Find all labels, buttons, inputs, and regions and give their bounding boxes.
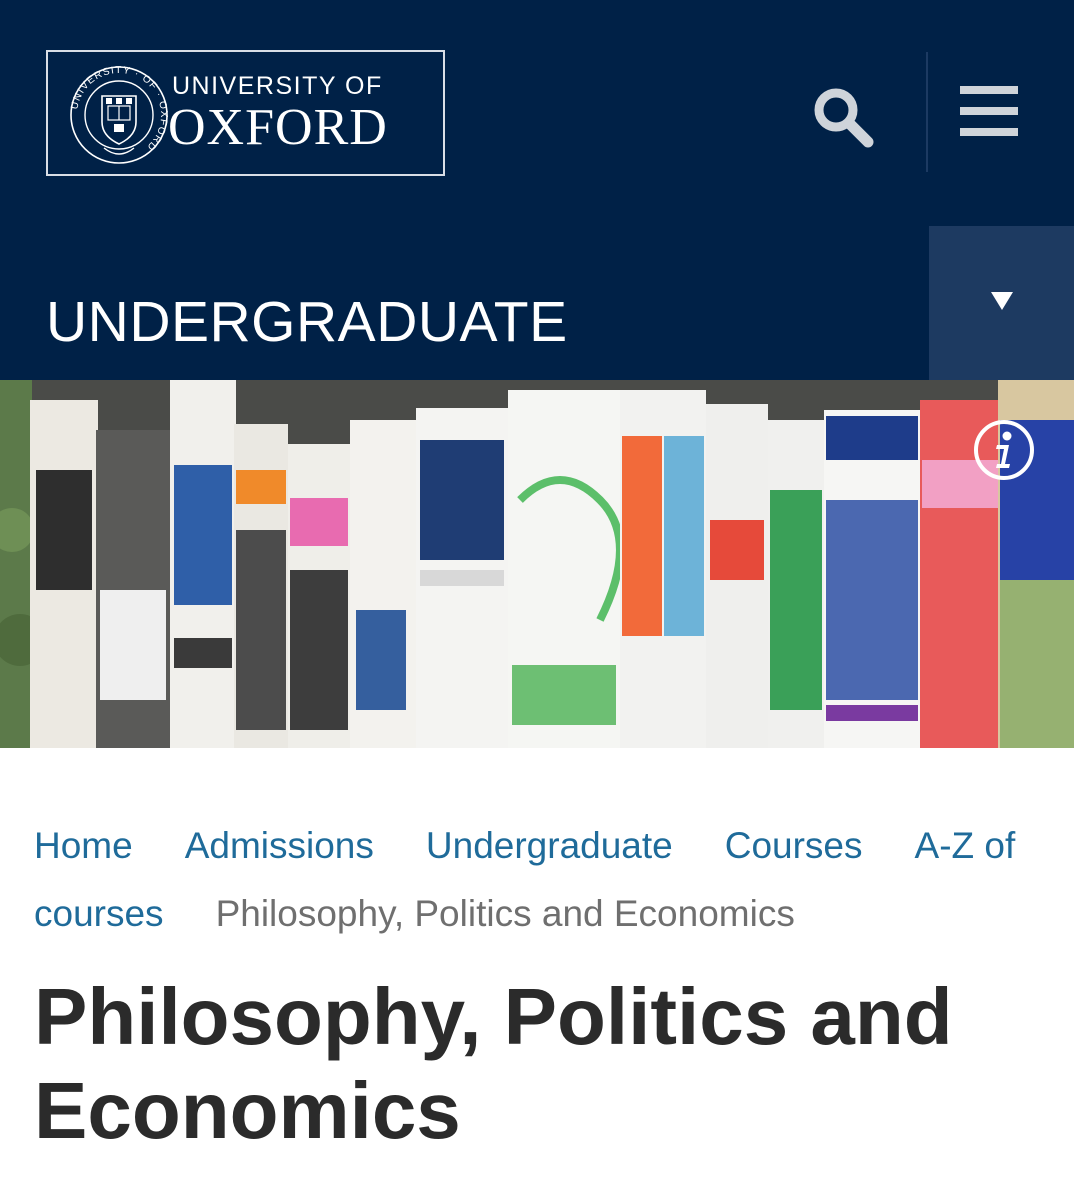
oxford-crest-icon: UNIVERSITY · OF · OXFORD <box>69 65 168 164</box>
site-header: UNIVERSITY · OF · OXFORD UNIVERSITY OF O… <box>0 0 1074 226</box>
breadcrumb-current: Philosophy, Politics and Economics <box>215 893 795 934</box>
section-menu-toggle[interactable] <box>929 226 1074 380</box>
hero-image <box>0 380 1074 748</box>
search-icon <box>814 88 874 148</box>
oxford-logo-link[interactable]: UNIVERSITY · OF · OXFORD UNIVERSITY OF O… <box>46 50 445 176</box>
rolled-newspapers-photo <box>0 380 1074 748</box>
caret-down-icon <box>991 292 1013 310</box>
hamburger-menu-icon <box>960 86 1018 136</box>
breadcrumb-home-link[interactable]: Home <box>34 825 133 866</box>
page-title: Philosophy, Politics and Economics <box>34 972 953 1155</box>
logo-wordmark-main: OXFORD <box>168 99 388 156</box>
header-divider <box>926 52 928 172</box>
search-button[interactable] <box>806 80 878 152</box>
image-info-button[interactable] <box>972 418 1036 482</box>
logo-wordmark-top: UNIVERSITY OF <box>172 72 383 100</box>
breadcrumb: Home Admissions Undergraduate Courses A-Z of… <box>34 812 1044 948</box>
main-menu-button[interactable] <box>954 80 1024 142</box>
breadcrumb-admissions-link[interactable]: Admissions <box>185 825 374 866</box>
breadcrumb-courses-link[interactable]: Courses <box>725 825 863 866</box>
section-nav-bar: UNDERGRADUATE <box>0 226 1074 380</box>
breadcrumb-undergraduate-link[interactable]: Undergraduate <box>426 825 673 866</box>
info-icon <box>974 420 1034 480</box>
section-title: UNDERGRADUATE <box>46 290 568 354</box>
